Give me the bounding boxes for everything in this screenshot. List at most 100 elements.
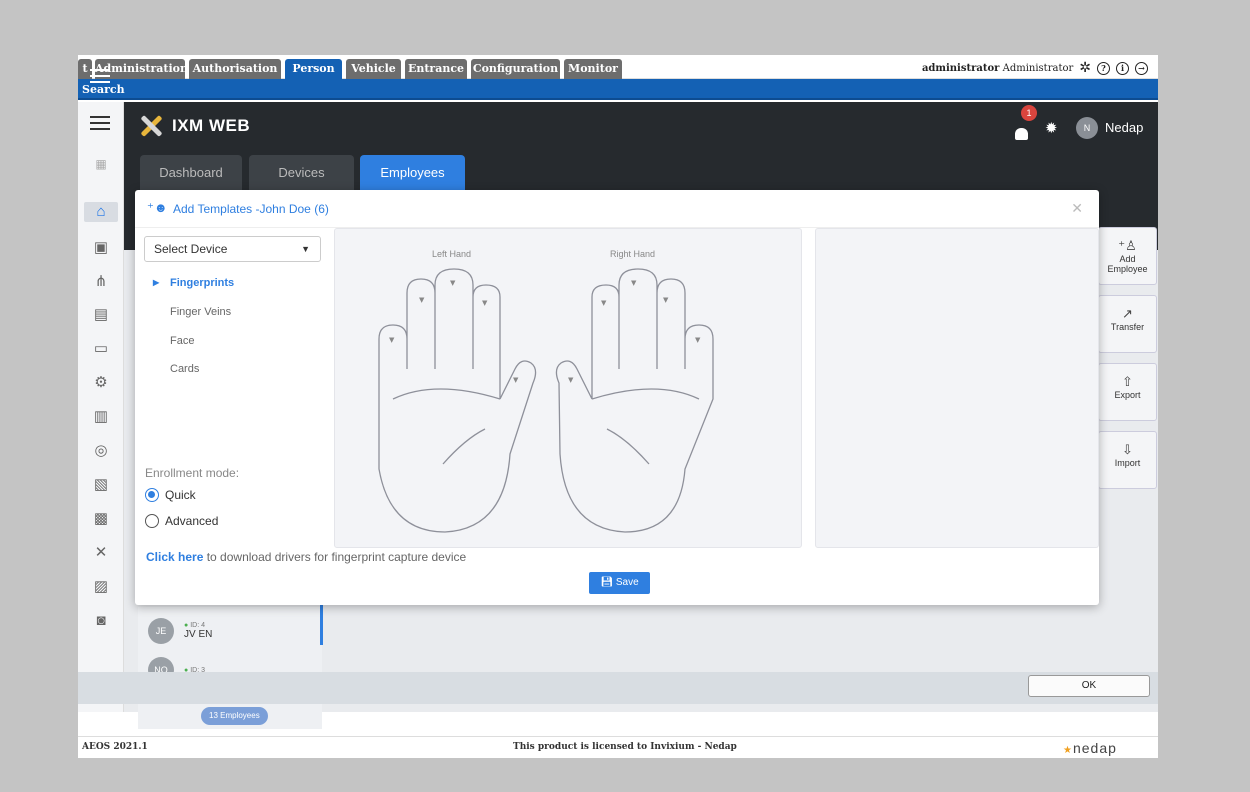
- cog-icon[interactable]: ⚙: [91, 373, 111, 393]
- add-employee-button[interactable]: ⁺♙ Add Employee: [1098, 227, 1157, 285]
- top-menu: t Administration Authorisation Person Ve…: [78, 55, 1158, 79]
- gear-icon[interactable]: ✹: [1045, 119, 1058, 137]
- tools-icon[interactable]: ✕: [91, 543, 111, 563]
- report-icon[interactable]: ▧: [91, 475, 111, 495]
- access-icon[interactable]: ◎: [91, 441, 111, 461]
- hand-panel: Left Hand Right Hand ▼ ▼ ▼ ▼ ▼ ▼ ▼ ▼ ▼ ▼: [334, 228, 802, 548]
- employee-id: ID: 4: [184, 622, 212, 629]
- avatar[interactable]: N: [1076, 117, 1098, 139]
- home-icon[interactable]: ⌂: [84, 202, 118, 222]
- caret-right-icon: ▶: [153, 278, 160, 287]
- employee-count-badge: 13 Employees: [201, 707, 268, 725]
- tab-monitor[interactable]: Monitor: [564, 59, 622, 79]
- tab-person[interactable]: Person: [285, 59, 342, 79]
- tab-authorisation[interactable]: Authorisation: [189, 59, 281, 79]
- add-user-icon: ⁺☻: [147, 200, 168, 215]
- tab-dashboard[interactable]: Dashboard: [140, 155, 242, 191]
- export-button[interactable]: ⇧ Export: [1098, 363, 1157, 421]
- star-icon: ★: [1063, 745, 1073, 756]
- option-fingerprints[interactable]: ▶ Fingerprints: [153, 277, 234, 289]
- finger-dropdown-icon: ▼: [450, 279, 456, 287]
- finger-dropdown-icon: ▼: [663, 296, 669, 304]
- modal-title: Add Templates -John Doe (6): [173, 202, 329, 216]
- finger-dropdown-icon: ▼: [568, 376, 574, 384]
- download-drivers-text: Click here to download drivers for finge…: [146, 550, 466, 564]
- left-hand-outline: [378, 268, 537, 533]
- employee-avatar: JE: [148, 618, 174, 644]
- settings-icon[interactable]: ✲: [1079, 60, 1091, 76]
- notification-bell-icon[interactable]: [1015, 125, 1029, 141]
- building-icon[interactable]: ▩: [91, 509, 111, 529]
- modal-header: ⁺☻ Add Templates -John Doe (6) ✕: [135, 190, 1099, 228]
- camera-icon[interactable]: ◙: [91, 611, 111, 631]
- footer: AEOS 2021.1 This product is licensed to …: [78, 736, 1158, 758]
- document-icon[interactable]: ▥: [91, 407, 111, 427]
- ixm-logo-icon: [140, 115, 162, 137]
- option-cards[interactable]: Cards: [170, 363, 199, 375]
- logout-icon[interactable]: →: [1135, 61, 1148, 75]
- ok-button[interactable]: OK: [1028, 675, 1150, 697]
- version-label: AEOS 2021.1: [82, 742, 148, 752]
- export-icon: ⇧: [1122, 374, 1133, 389]
- info-icon[interactable]: i: [1116, 61, 1129, 75]
- close-icon[interactable]: ✕: [1071, 200, 1083, 217]
- notification-badge: 1: [1021, 105, 1037, 121]
- import-label: Import: [1114, 458, 1141, 468]
- clipboard-icon[interactable]: ▤: [91, 305, 111, 325]
- chevron-down-icon: ▼: [301, 244, 310, 254]
- window-icon[interactable]: ▭: [91, 339, 111, 359]
- save-button[interactable]: 💾︎ Save: [589, 572, 650, 594]
- search-bar[interactable]: Search: [78, 79, 1158, 100]
- license-label: This product is licensed to Invixium - N…: [513, 742, 737, 752]
- user-role: Administrator: [1002, 62, 1074, 74]
- radio-selected-icon: [145, 488, 159, 502]
- tab-entrance[interactable]: Entrance: [405, 59, 467, 79]
- app-menu-icon[interactable]: [90, 69, 110, 83]
- option-face[interactable]: Face: [170, 335, 194, 347]
- finger-dropdown-icon: ▼: [419, 296, 425, 304]
- org-logo-icon: ▦: [95, 157, 107, 171]
- finger-dropdown-icon: ▼: [513, 376, 519, 384]
- app-title: IXM WEB: [172, 116, 251, 135]
- export-label: Export: [1114, 390, 1141, 400]
- tab-devices[interactable]: Devices: [249, 155, 354, 191]
- nedap-logo: ★nedap: [1063, 740, 1117, 756]
- hands-diagram: ▼ ▼ ▼ ▼ ▼ ▼ ▼ ▼ ▼ ▼: [378, 268, 714, 533]
- list-scrollbar[interactable]: [320, 603, 323, 645]
- tab-vehicle[interactable]: Vehicle: [346, 59, 401, 79]
- app-logo: IXM WEB: [140, 115, 250, 137]
- option-finger-veins[interactable]: Finger Veins: [170, 306, 231, 318]
- save-icon: 💾︎: [600, 577, 614, 588]
- add-templates-modal: ⁺☻ Add Templates -John Doe (6) ✕ Select …: [135, 190, 1099, 605]
- user-name[interactable]: Nedap: [1105, 120, 1143, 135]
- device-select[interactable]: Select Device ▼: [144, 236, 321, 262]
- action-panel: ⁺♙ Add Employee ↗ Transfer ⇧ Export ⇩ Import: [1098, 227, 1158, 497]
- transfer-label: Transfer: [1110, 322, 1145, 332]
- add-person-icon: ⁺♙: [1118, 238, 1137, 253]
- add-employee-label: Add Employee: [1107, 254, 1148, 274]
- employee-name: JV EN: [184, 629, 213, 640]
- radio-advanced[interactable]: Advanced: [145, 514, 218, 528]
- tab-employees[interactable]: Employees: [360, 155, 465, 191]
- finger-dropdown-icon: ▼: [482, 299, 488, 307]
- menu-icon[interactable]: [90, 116, 110, 130]
- save-label: Save: [615, 577, 639, 588]
- radio-quick[interactable]: Quick: [145, 488, 196, 502]
- import-button[interactable]: ⇩ Import: [1098, 431, 1157, 489]
- user-login: administrator: [921, 62, 1000, 74]
- user-bar: administrator Administrator ✲ ? i →: [922, 60, 1148, 76]
- finger-dropdown-icon: ▼: [389, 336, 395, 344]
- list-item[interactable]: JE ID: 4JV EN: [148, 618, 212, 644]
- device-select-value: Select Device: [154, 242, 228, 256]
- hierarchy-icon[interactable]: ⋔: [91, 272, 111, 292]
- transfer-button[interactable]: ↗ Transfer: [1098, 295, 1157, 353]
- tab-configuration[interactable]: Configuration: [471, 59, 560, 79]
- download-link[interactable]: Click here: [146, 550, 203, 564]
- right-hand-outline: [555, 268, 714, 533]
- edit-document-icon[interactable]: ▨: [91, 577, 111, 597]
- download-description: to download drivers for fingerprint capt…: [203, 550, 467, 564]
- sidebar: ▦ ⌂ ▣ ⋔ ▤ ▭ ⚙ ▥ ◎ ▧ ▩ ✕ ▨ ◙: [78, 102, 124, 712]
- device-icon[interactable]: ▣: [91, 238, 111, 258]
- help-icon[interactable]: ?: [1097, 61, 1110, 75]
- enrollment-mode-label: Enrollment mode:: [145, 466, 240, 480]
